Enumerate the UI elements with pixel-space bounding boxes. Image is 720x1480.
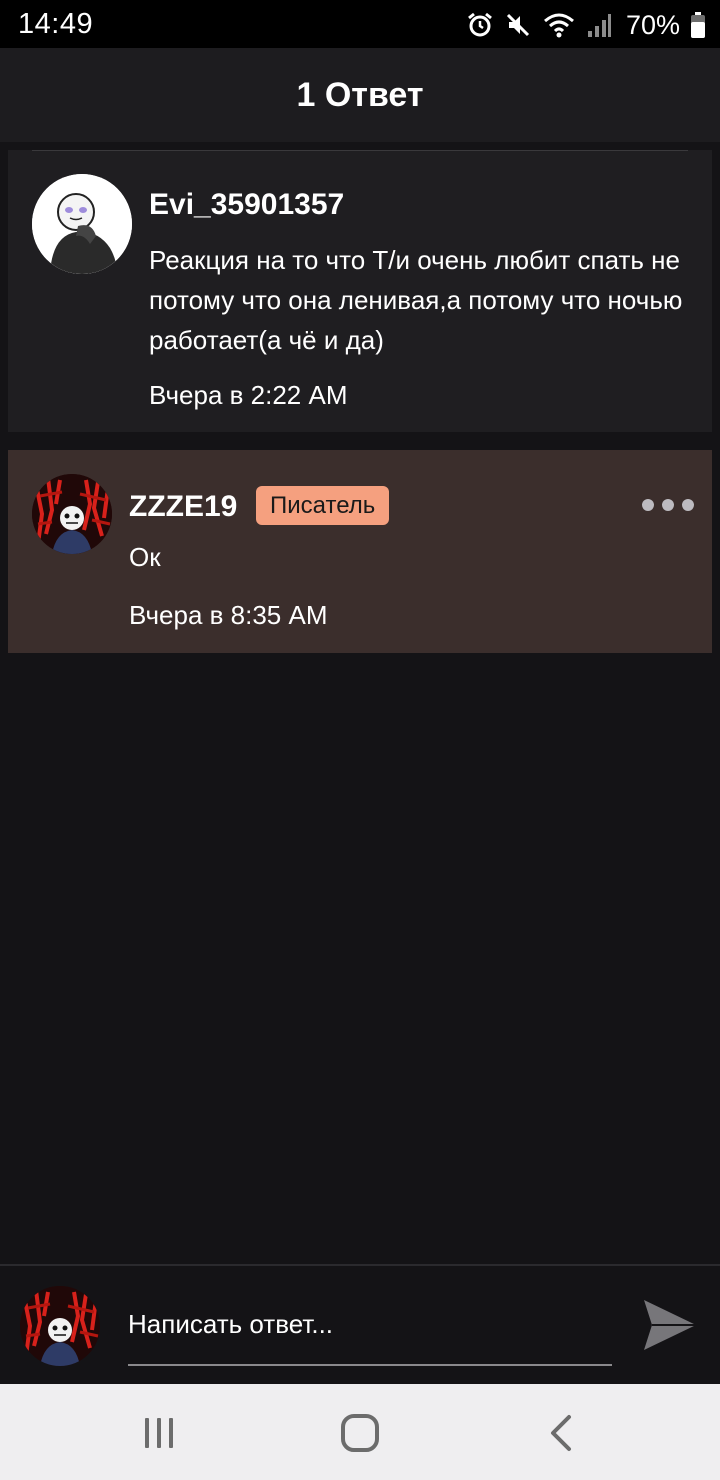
more-dot-icon [642, 499, 654, 511]
reply-composer [0, 1264, 720, 1384]
reply-time: Вчера в 8:35 AM [129, 600, 328, 630]
status-bar: 14:49 70% [0, 0, 720, 48]
more-options-button[interactable] [642, 494, 694, 516]
parent-comment: Evi_35901357 Реакция на то что Т/и очень… [8, 150, 712, 432]
reply-author-avatar[interactable] [32, 474, 112, 554]
more-dot-icon [662, 499, 674, 511]
current-user-avatar [20, 1286, 100, 1366]
alarm-icon [468, 12, 492, 37]
divider [32, 150, 688, 151]
home-icon [341, 1414, 379, 1452]
page-title: 1 Ответ [296, 76, 424, 114]
role-badge: Писатель [256, 486, 390, 525]
reply-comment: ZZZE19 Писатель Ок Вчера в 8:35 AM [8, 450, 712, 653]
back-icon [551, 1415, 571, 1451]
parent-comment-time: Вчера в 2:22 AM [149, 380, 348, 410]
parent-comment-text: Реакция на то что Т/и очень любит спать … [149, 245, 683, 355]
reply-author-name[interactable]: ZZZE19 [129, 490, 237, 524]
back-button[interactable] [538, 1410, 584, 1456]
send-button[interactable] [640, 1296, 700, 1354]
send-icon [644, 1300, 696, 1350]
battery-icon [691, 12, 705, 38]
status-icons: 70% [466, 8, 706, 42]
recent-apps-icon [145, 1418, 173, 1448]
parent-author-avatar[interactable] [32, 174, 132, 274]
recent-apps-button[interactable] [136, 1410, 182, 1456]
status-time: 14:49 [18, 8, 94, 40]
home-button[interactable] [337, 1410, 383, 1456]
mute-icon [506, 13, 530, 37]
reply-text: Ок [129, 542, 161, 572]
more-dot-icon [682, 499, 694, 511]
signal-icon [587, 14, 611, 37]
parent-author-name[interactable]: Evi_35901357 [149, 188, 344, 222]
header: 1 Ответ [0, 48, 720, 142]
system-navigation-bar [0, 1384, 720, 1480]
wifi-icon [543, 13, 574, 38]
reply-input[interactable] [128, 1296, 612, 1366]
battery-percentage: 70% [625, 9, 680, 40]
